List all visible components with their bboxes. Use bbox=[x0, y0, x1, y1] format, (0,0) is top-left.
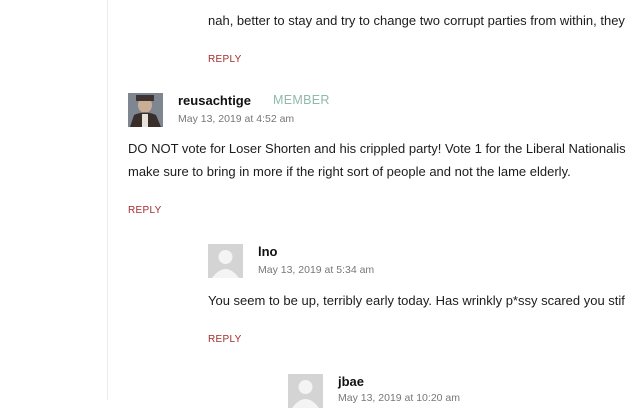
comment-text-line-2: make sure to bring in more if the right … bbox=[128, 164, 571, 179]
comment-date[interactable]: May 13, 2019 at 10:20 am bbox=[338, 392, 460, 404]
thread-divider bbox=[107, 0, 108, 400]
comment-author[interactable]: lno bbox=[258, 244, 278, 259]
comment-date[interactable]: May 13, 2019 at 5:34 am bbox=[258, 264, 374, 276]
default-avatar-icon bbox=[288, 374, 323, 408]
reply-link[interactable]: REPLY bbox=[128, 205, 162, 216]
reply-link[interactable]: REPLY bbox=[208, 54, 242, 65]
default-avatar-icon bbox=[208, 244, 243, 278]
avatar[interactable] bbox=[288, 374, 323, 408]
comment-author[interactable]: jbae bbox=[338, 374, 364, 389]
avatar[interactable] bbox=[128, 93, 163, 127]
comment-author[interactable]: reusachtige bbox=[178, 93, 251, 108]
comment-text: nah, better to stay and try to change tw… bbox=[208, 13, 625, 28]
comment-date[interactable]: May 13, 2019 at 4:52 am bbox=[178, 113, 294, 125]
comment-text: You seem to be up, terribly early today.… bbox=[208, 293, 625, 308]
user-photo-icon bbox=[128, 93, 163, 127]
member-badge: MEMBER bbox=[273, 93, 330, 107]
comment-text-line-1: DO NOT vote for Loser Shorten and his cr… bbox=[128, 141, 626, 156]
reply-link[interactable]: REPLY bbox=[208, 334, 242, 345]
avatar[interactable] bbox=[208, 244, 243, 278]
comments-thread: nah, better to stay and try to change tw… bbox=[0, 0, 640, 408]
